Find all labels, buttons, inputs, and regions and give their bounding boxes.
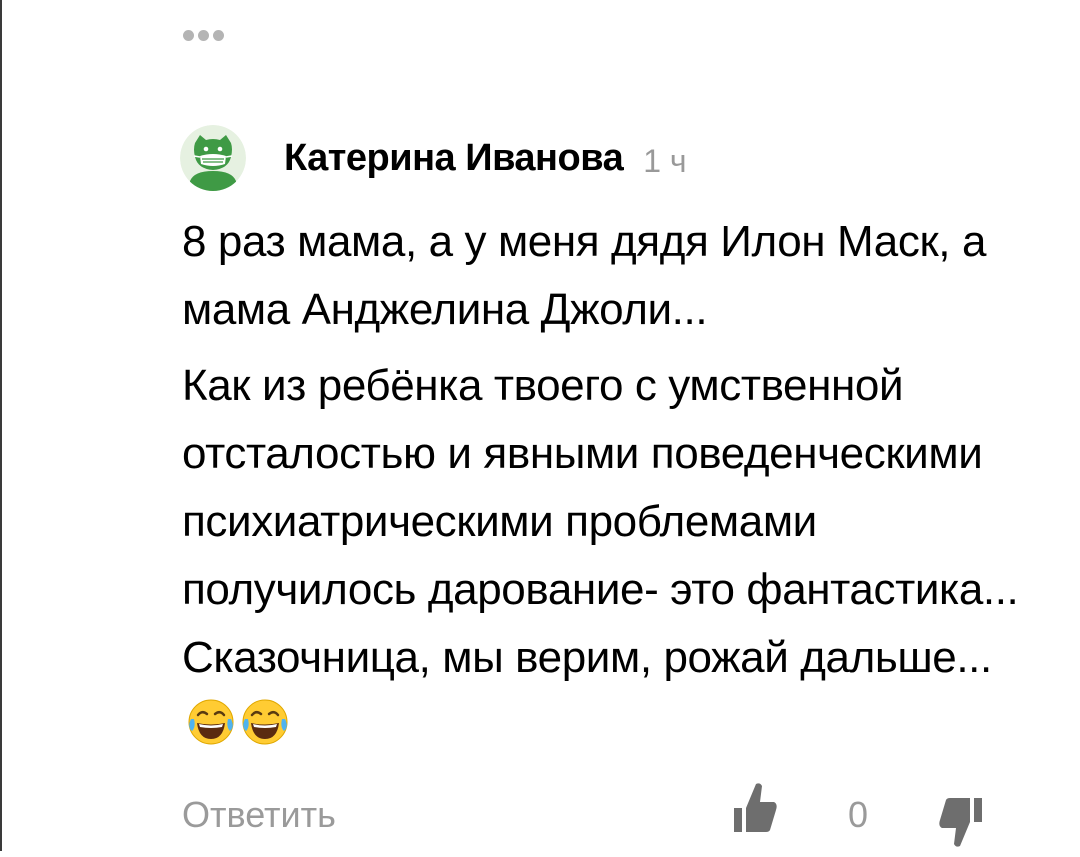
dislike-button[interactable] <box>930 796 986 852</box>
comment-paragraph-2-text: Как из ребёнка твоего с умственной отста… <box>182 361 1019 682</box>
thumbs-down-icon <box>939 798 982 847</box>
comment-time: 1 ч <box>643 142 687 179</box>
left-border <box>0 0 2 851</box>
reply-button[interactable]: Ответить <box>182 794 336 836</box>
face-with-tears-of-joy-icon <box>188 699 234 745</box>
like-count: 0 <box>848 794 869 835</box>
author-name[interactable]: Катерина Иванова <box>284 137 624 180</box>
comment-header: Катерина Иванова 1 ч <box>180 125 687 191</box>
like-button[interactable] <box>732 778 780 834</box>
cat-with-mask-icon <box>180 125 246 191</box>
dot <box>213 30 224 41</box>
comment-paragraph-2: Как из ребёнка твоего с умственной отста… <box>182 352 1042 760</box>
dot <box>183 30 194 41</box>
dot <box>198 30 209 41</box>
avatar[interactable] <box>180 125 246 191</box>
more-options-icon[interactable] <box>183 30 224 41</box>
comment-paragraph-1: 8 раз мама, а у меня дядя Илон Маск, а м… <box>182 217 987 334</box>
thumbs-up-icon <box>734 783 777 832</box>
face-with-tears-of-joy-icon <box>242 699 288 745</box>
